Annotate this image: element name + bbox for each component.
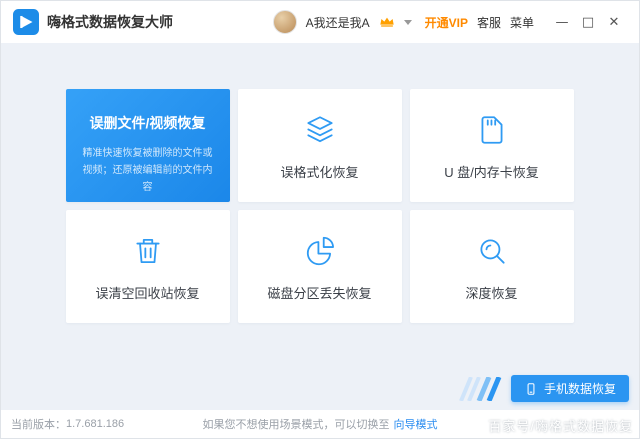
maximize-button[interactable]: □ (575, 9, 601, 35)
card-usb-memory-card-recovery[interactable]: U 盘/内存卡恢复 (410, 89, 574, 202)
card-title: 误清空回收站恢复 (95, 283, 199, 302)
card-deep-recovery[interactable]: 深度恢复 (410, 210, 574, 323)
title-bar: 嗨格式数据恢复大师 A我还是我A 开通VIP 客服 菜单 — □ ✕ (1, 1, 639, 43)
minimize-button[interactable]: — (549, 9, 575, 35)
card-title: 误格式化恢复 (280, 162, 358, 181)
phone-icon (524, 382, 538, 396)
close-button[interactable]: ✕ (601, 9, 627, 35)
magnifier-icon (475, 231, 509, 271)
username-label[interactable]: A我还是我A (306, 14, 370, 31)
wizard-mode-link[interactable]: 向导模式 (394, 416, 438, 432)
app-window: 嗨格式数据恢复大师 A我还是我A 开通VIP 客服 菜单 — □ ✕ 误删文件/… (0, 0, 640, 439)
user-avatar[interactable] (273, 10, 297, 34)
card-recycle-bin-recovery[interactable]: 误清空回收站恢复 (66, 210, 230, 323)
phone-data-recovery-button[interactable]: 手机数据恢复 (511, 375, 629, 402)
phone-recovery-row: 手机数据恢复 (455, 375, 629, 402)
recovery-mode-grid: 误删文件/视频恢复 精准快速恢复被删除的文件或视频；还原被编辑前的文件内容 误格… (66, 89, 575, 323)
chevron-down-icon[interactable] (404, 20, 412, 25)
menu-button[interactable]: 菜单 (510, 14, 534, 31)
hint-text: 如果您不想使用场景模式，可以切换至 (203, 416, 390, 432)
window-controls: — □ ✕ (549, 9, 627, 35)
card-title: U 盘/内存卡恢复 (444, 162, 539, 181)
status-bar: 当前版本： 1.7.681.186 如果您不想使用场景模式，可以切换至 向导模式 (1, 410, 639, 438)
trash-icon (131, 231, 165, 271)
phone-button-label: 手机数据恢复 (544, 380, 616, 397)
open-vip-button[interactable]: 开通VIP (425, 14, 468, 31)
app-logo-icon (13, 9, 39, 35)
customer-service-button[interactable]: 客服 (477, 14, 501, 31)
app-title: 嗨格式数据恢复大师 (47, 12, 173, 32)
card-format-recovery[interactable]: 误格式化恢复 (238, 89, 402, 202)
crown-icon (379, 16, 395, 28)
stripes-decoration-icon (455, 377, 503, 401)
pie-disk-icon (303, 231, 337, 271)
card-subtitle: 精准快速恢复被删除的文件或视频；还原被编辑前的文件内容 (66, 145, 230, 196)
card-title: 深度恢复 (465, 283, 517, 302)
main-content: 误删文件/视频恢复 精准快速恢复被删除的文件或视频；还原被编辑前的文件内容 误格… (1, 43, 639, 410)
card-deleted-file-video-recovery[interactable]: 误删文件/视频恢复 精准快速恢复被删除的文件或视频；还原被编辑前的文件内容 (66, 89, 230, 202)
card-title: 磁盘分区丢失恢复 (267, 283, 371, 302)
card-disk-partition-recovery[interactable]: 磁盘分区丢失恢复 (238, 210, 402, 323)
layers-icon (303, 110, 337, 150)
card-title: 误删文件/视频恢复 (90, 113, 206, 133)
sd-card-icon (475, 110, 509, 150)
mode-switch-hint: 如果您不想使用场景模式，可以切换至 向导模式 (1, 410, 639, 438)
